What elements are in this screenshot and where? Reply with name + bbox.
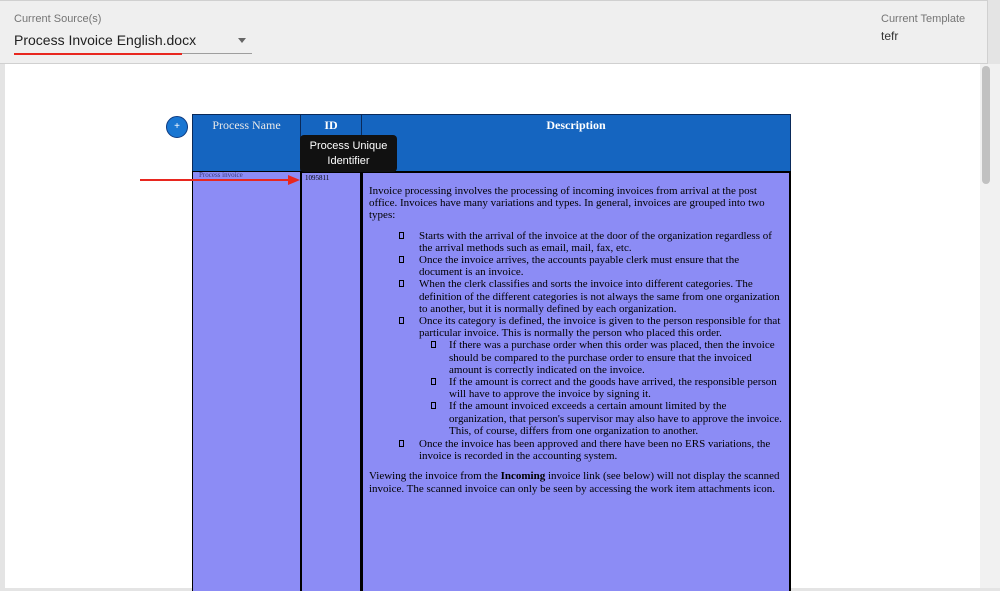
list-item-text: Once its category is defined, the invoic… (419, 315, 781, 340)
red-arrow-annotation (140, 175, 300, 185)
list-item: Once the invoice has been approved and t… (369, 438, 784, 462)
current-template-label: Current Template (881, 13, 966, 25)
sub-list-item: If there was a purchase order when this … (369, 339, 784, 376)
sub-list-item: If the amount invoiced exceeds a certain… (369, 400, 784, 437)
list-item: Starts with the arrival of the invoice a… (369, 230, 784, 254)
list-item-text: If there was a purchase order when this … (449, 339, 775, 376)
sub-list-item: If the amount is correct and the goods h… (369, 376, 784, 400)
bullet-box-icon (399, 231, 404, 239)
cell-process-name[interactable]: Process invoice (192, 171, 301, 591)
bullet-box-icon (399, 256, 404, 264)
description-content: Invoice processing involves the processi… (369, 185, 784, 495)
list-item-text: Once the invoice has been approved and t… (419, 438, 771, 463)
scrollbar-thumb[interactable] (982, 66, 990, 184)
bullet-box-icon (431, 341, 436, 349)
description-closing: Viewing the invoice from the Incoming in… (369, 470, 784, 494)
header-description[interactable]: Description (361, 114, 791, 172)
closing-text: Viewing the invoice from the (369, 470, 501, 483)
process-id-value: 1095811 (305, 174, 330, 182)
cell-description[interactable]: Invoice processing involves the processi… (361, 171, 791, 591)
list-item-text: When the clerk classifies and sorts the … (419, 278, 780, 315)
source-select-value: Process Invoice English.docx (14, 32, 197, 48)
list-item: When the clerk classifies and sorts the … (369, 278, 784, 315)
list-item-text: Starts with the arrival of the invoice a… (419, 229, 772, 254)
bullet-box-icon (431, 402, 436, 410)
list-item: Once its category is defined, the invoic… (369, 315, 784, 339)
list-item: Once the invoice arrives, the accounts p… (369, 254, 784, 278)
add-column-button[interactable]: + (166, 116, 188, 138)
list-item-text: Once the invoice arrives, the accounts p… (419, 254, 740, 279)
bullet-list: Starts with the arrival of the invoice a… (369, 230, 784, 463)
top-bar: Current Source(s) Process Invoice Englis… (0, 0, 988, 64)
list-item-text: If the amount is correct and the goods h… (449, 376, 777, 401)
incoming-link-label: Incoming (500, 470, 546, 483)
cell-id[interactable]: 1095811 (300, 171, 362, 591)
source-select[interactable]: Process Invoice English.docx (14, 29, 252, 54)
red-underline-annotation (14, 53, 182, 55)
list-item-text: If the amount invoiced exceeds a certain… (449, 400, 782, 437)
dropdown-caret-icon (238, 38, 246, 43)
current-source-label: Current Source(s) (14, 13, 102, 25)
current-template-value: tefr (881, 29, 899, 43)
bullet-box-icon (431, 378, 436, 386)
bullet-box-icon (399, 317, 404, 325)
header-process-name[interactable]: Process Name (192, 114, 301, 172)
bullet-box-icon (399, 440, 404, 448)
description-intro: Invoice processing involves the processi… (369, 185, 765, 222)
bullet-box-icon (399, 280, 404, 288)
id-tooltip: Process Unique Identifier (300, 135, 397, 172)
